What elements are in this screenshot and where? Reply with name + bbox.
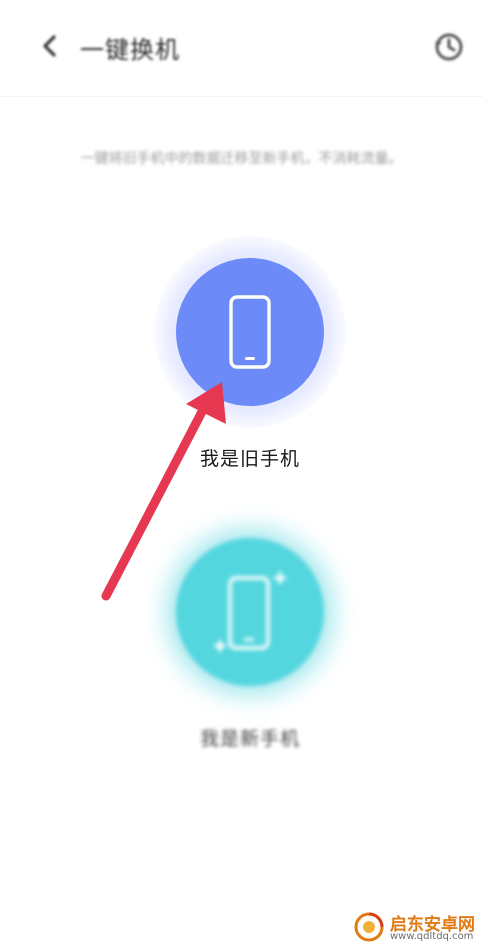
old-phone-label[interactable]: 我是旧手机 bbox=[150, 444, 350, 471]
chevron-left-icon bbox=[43, 35, 56, 57]
page-title: 一键换机 bbox=[80, 36, 180, 64]
phone-icon bbox=[229, 295, 271, 369]
annotation-arrow bbox=[101, 382, 226, 601]
history-icon bbox=[435, 33, 463, 61]
watermark-url: www.qdltdq.com bbox=[390, 931, 474, 942]
screen: 一键换机 一键将旧手机中的数据迁移至新手机，不消耗流量。 我是旧手机 我是新手机 bbox=[0, 0, 483, 950]
watermark: 启东安卓网 www.qdltdq.com bbox=[350, 908, 483, 950]
old-phone-button[interactable] bbox=[176, 258, 324, 406]
description-text: 一键将旧手机中的数据迁移至新手机，不消耗流量。 bbox=[80, 151, 403, 167]
back-button[interactable] bbox=[32, 28, 68, 64]
history-button[interactable] bbox=[432, 30, 466, 64]
phone-sparkle-icon bbox=[212, 570, 288, 654]
app-header: 一键换机 bbox=[0, 0, 483, 96]
header-divider bbox=[0, 96, 483, 97]
new-phone-label[interactable]: 我是新手机 bbox=[150, 724, 350, 751]
watermark-logo-icon bbox=[354, 912, 384, 942]
new-phone-button[interactable] bbox=[176, 538, 324, 686]
